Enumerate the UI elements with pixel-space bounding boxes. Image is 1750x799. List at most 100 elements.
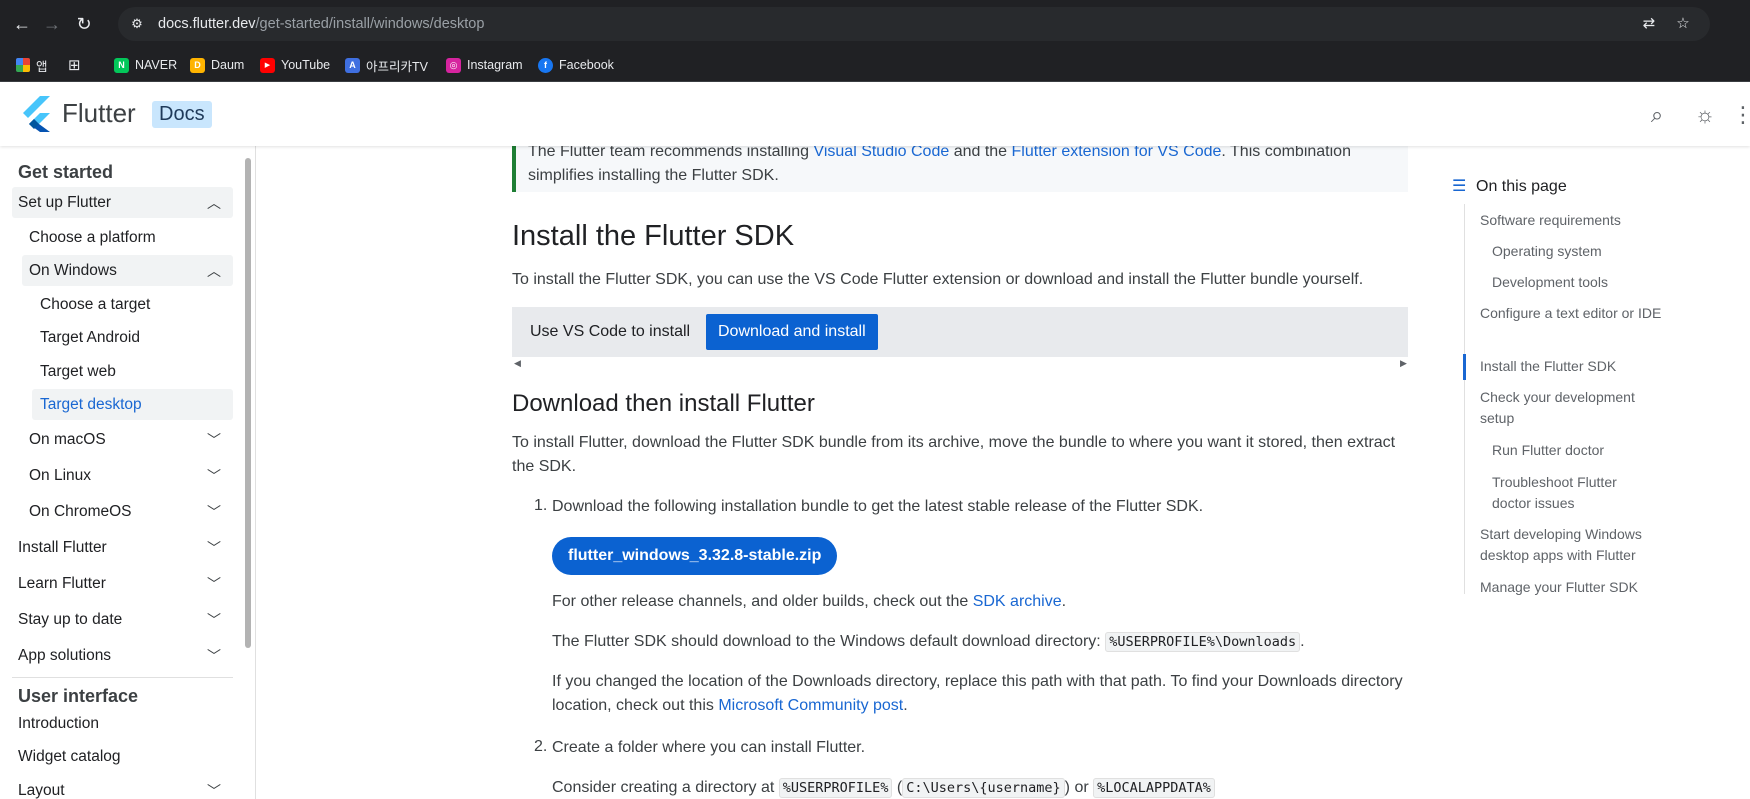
youtube-icon: ▶ bbox=[260, 57, 275, 73]
apps-menu-icon[interactable]: ⋮⋮ bbox=[1732, 102, 1748, 128]
tabs-scroll-left-icon[interactable]: ◀ bbox=[514, 358, 521, 369]
toc-item-run-flutter-doctor[interactable]: Run Flutter doctor bbox=[1492, 440, 1677, 461]
facebook-icon: f bbox=[538, 57, 553, 73]
downloads-path-code: %USERPROFILE%\Downloads bbox=[1105, 632, 1301, 652]
toc-item-troubleshoot[interactable]: Troubleshoot Flutter doctor issues bbox=[1492, 472, 1652, 514]
chevron-down-icon: ﹀ bbox=[207, 539, 221, 556]
bookmarks-bar: 앱 ⊞ N NAVER D Daum ▶ YouTube A 아프리카TV ◎ … bbox=[0, 48, 1750, 82]
download-sdk-button[interactable]: flutter_windows_3.32.8-stable.zip bbox=[552, 537, 838, 575]
bookmark-instagram[interactable]: ◎ Instagram bbox=[446, 55, 523, 75]
toc-item-check-setup[interactable]: Check your development setup bbox=[1480, 387, 1665, 429]
toc-item-development-tools[interactable]: Development tools bbox=[1492, 272, 1677, 293]
sidebar-item-set-up-flutter[interactable]: Set up Flutter ︿ bbox=[12, 187, 233, 218]
toc-item-start-developing[interactable]: Start developing Windows desktop apps wi… bbox=[1480, 524, 1665, 566]
sidebar-item-label: Target Android bbox=[40, 328, 140, 346]
browser-toolbar: ← → ↻ ⚙ docs.flutter.dev/get-started/ins… bbox=[0, 0, 1750, 48]
section-heading-download-then-install: Download then install Flutter bbox=[512, 390, 815, 417]
toc-item-manage-sdk[interactable]: Manage your Flutter SDK bbox=[1480, 577, 1665, 598]
tab-download-and-install[interactable]: Download and install bbox=[706, 314, 878, 350]
bookmark-youtube[interactable]: ▶ YouTube bbox=[260, 55, 330, 75]
sidebar-section-user-interface: User interface bbox=[18, 686, 139, 706]
sidebar-item-install-flutter[interactable]: Install Flutter ﹀ bbox=[12, 532, 233, 563]
sidebar-item-on-linux[interactable]: On Linux ﹀ bbox=[12, 460, 233, 491]
bookmark-naver[interactable]: N NAVER bbox=[114, 55, 177, 75]
reload-icon[interactable]: ↻ bbox=[72, 12, 96, 36]
star-bookmark-icon[interactable]: ☆ bbox=[1674, 15, 1692, 33]
sidebar-item-label: Choose a target bbox=[40, 295, 151, 313]
sidebar-item-layout[interactable]: Layout ﹀ bbox=[12, 775, 233, 799]
toc-item-install-flutter-sdk[interactable]: Install the Flutter SDK bbox=[1480, 356, 1665, 377]
userprofile-code: %USERPROFILE% bbox=[778, 778, 893, 798]
download-paragraph: To install Flutter, download the Flutter… bbox=[512, 434, 1396, 475]
sidebar-item-label: Introduction bbox=[18, 714, 99, 732]
archive-text: For other release channels, and older bu… bbox=[552, 593, 973, 610]
sidebar-item-label: Target web bbox=[40, 362, 116, 380]
step-2-text: Create a folder where you can install Fl… bbox=[552, 739, 866, 756]
sidebar-item-on-macos[interactable]: On macOS ﹀ bbox=[12, 424, 233, 455]
chevron-down-icon: ﹀ bbox=[207, 503, 221, 520]
sidebar-section-get-started: Get started bbox=[18, 162, 114, 182]
consider-text: ) or bbox=[1064, 779, 1094, 796]
toc-title: ☰ On this page bbox=[1452, 178, 1567, 196]
bookmark-apps[interactable]: 앱 bbox=[16, 55, 48, 75]
section-heading-install-sdk: Install the Flutter SDK bbox=[512, 220, 795, 252]
sidebar-divider bbox=[12, 677, 233, 678]
download-dir-paragraph: The Flutter SDK should download to the W… bbox=[552, 630, 1408, 654]
sidebar-item-choose-a-target[interactable]: Choose a target bbox=[12, 289, 233, 320]
address-bar[interactable]: ⚙ docs.flutter.dev/get-started/install/w… bbox=[118, 7, 1710, 41]
bookmark-afreecatv[interactable]: A 아프리카TV bbox=[345, 55, 428, 75]
forward-arrow-icon[interactable]: → bbox=[40, 12, 64, 36]
sidebar-item-widget-catalog[interactable]: Widget catalog bbox=[12, 741, 233, 772]
list-icon: ☰ bbox=[1452, 178, 1467, 195]
bookmark-tab-groups[interactable]: ⊞ bbox=[68, 55, 81, 75]
translate-icon[interactable]: ⇄ bbox=[1640, 15, 1658, 33]
sidebar-item-stay-up-to-date[interactable]: Stay up to date ﹀ bbox=[12, 604, 233, 635]
microsoft-community-link[interactable]: Microsoft Community post bbox=[718, 697, 903, 714]
logo-text[interactable]: Flutter bbox=[62, 98, 136, 129]
tabs-scroll-right-icon[interactable]: ▶ bbox=[1400, 358, 1407, 369]
sidebar-item-target-desktop[interactable]: Target desktop bbox=[32, 389, 233, 420]
chevron-down-icon: ﹀ bbox=[207, 611, 221, 628]
toc-rail bbox=[1464, 204, 1465, 594]
sdk-archive-link[interactable]: SDK archive bbox=[973, 593, 1062, 610]
toc-item-configure-editor[interactable]: Configure a text editor or IDE bbox=[1480, 303, 1665, 324]
step-number-2: 2. bbox=[534, 738, 548, 755]
url-text[interactable]: docs.flutter.dev/get-started/install/win… bbox=[158, 16, 484, 32]
chevron-up-icon: ︿ bbox=[207, 194, 221, 211]
back-arrow-icon[interactable]: ← bbox=[10, 12, 34, 36]
sidebar-item-app-solutions[interactable]: App solutions ﹀ bbox=[12, 640, 233, 671]
bookmark-label: 앱 bbox=[36, 59, 48, 74]
install-method-tabs: Use VS Code to install Download and inst… bbox=[512, 307, 1408, 357]
sidebar-item-on-windows[interactable]: On Windows ︿ bbox=[22, 255, 233, 286]
site-header: Flutter Docs ⌕ ☼ ⋮⋮ bbox=[0, 82, 1750, 146]
search-icon[interactable]: ⌕ bbox=[1644, 102, 1670, 128]
tab-use-vscode[interactable]: Use VS Code to install bbox=[518, 314, 702, 350]
consider-text: ( bbox=[892, 779, 903, 796]
bookmark-label: Facebook bbox=[559, 58, 614, 72]
bookmark-facebook[interactable]: f Facebook bbox=[538, 55, 614, 75]
bookmark-label: Instagram bbox=[467, 58, 523, 72]
daum-icon: D bbox=[190, 57, 205, 73]
toc-item-software-requirements[interactable]: Software requirements bbox=[1480, 210, 1665, 231]
step-number-1: 1. bbox=[534, 497, 548, 514]
toc-item-operating-system[interactable]: Operating system bbox=[1492, 241, 1677, 262]
theme-toggle-icon[interactable]: ☼ bbox=[1692, 102, 1718, 128]
docs-badge[interactable]: Docs bbox=[152, 101, 212, 128]
flutter-logo-icon[interactable] bbox=[20, 96, 52, 132]
step-1-text: Download the following installation bund… bbox=[552, 498, 1204, 515]
bookmark-label: NAVER bbox=[135, 58, 178, 72]
site-info-icon[interactable]: ⚙ bbox=[128, 15, 146, 33]
afreecatv-icon: A bbox=[345, 57, 360, 73]
sidebar-scrollbar[interactable] bbox=[245, 158, 251, 648]
sidebar-item-learn-flutter[interactable]: Learn Flutter ﹀ bbox=[12, 568, 233, 599]
sidebar-item-label: On Linux bbox=[29, 466, 92, 484]
sidebar-item-target-web[interactable]: Target web bbox=[12, 356, 233, 387]
sidebar-item-introduction[interactable]: Introduction bbox=[12, 708, 233, 739]
chevron-down-icon: ﹀ bbox=[207, 575, 221, 592]
sidebar-item-target-android[interactable]: Target Android bbox=[12, 322, 233, 353]
sidebar-item-choose-a-platform[interactable]: Choose a platform bbox=[12, 222, 233, 253]
bookmark-daum[interactable]: D Daum bbox=[190, 55, 244, 75]
sidebar-item-on-chromeos[interactable]: On ChromeOS ﹀ bbox=[12, 496, 233, 527]
chevron-down-icon: ﹀ bbox=[207, 431, 221, 448]
bookmark-label: Daum bbox=[211, 58, 245, 72]
